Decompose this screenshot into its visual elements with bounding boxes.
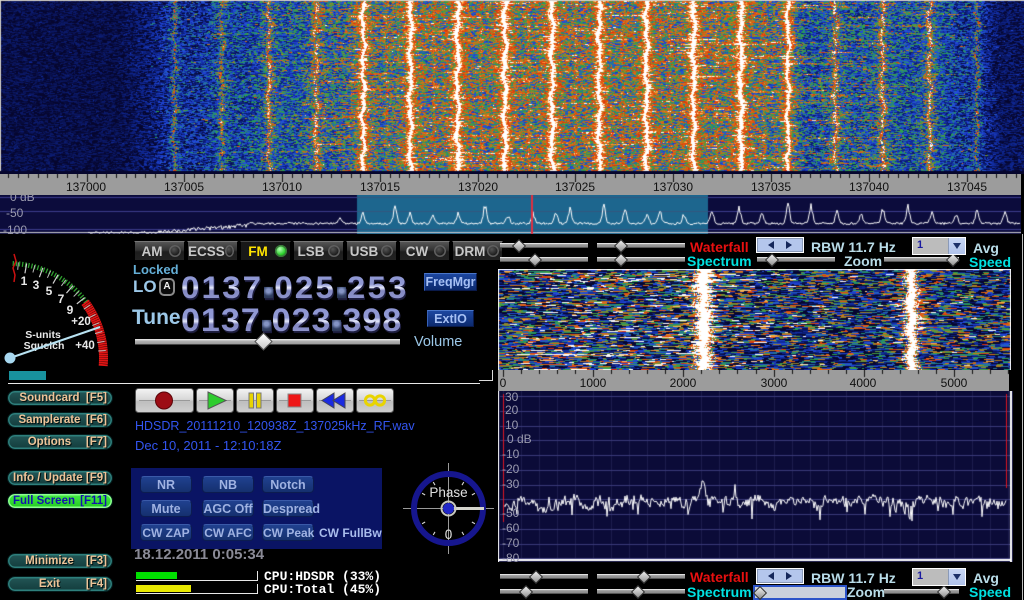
svg-text:5: 5 xyxy=(46,284,53,298)
svg-text:3: 3 xyxy=(33,278,40,292)
svg-text:Phase: Phase xyxy=(429,485,467,500)
svg-text:9: 9 xyxy=(67,303,74,317)
svg-text:+20: +20 xyxy=(71,316,91,328)
svg-text:1: 1 xyxy=(21,274,28,288)
svg-text:7: 7 xyxy=(58,292,65,306)
svg-text:+40: +40 xyxy=(75,340,95,352)
svg-text:0: 0 xyxy=(445,527,453,542)
